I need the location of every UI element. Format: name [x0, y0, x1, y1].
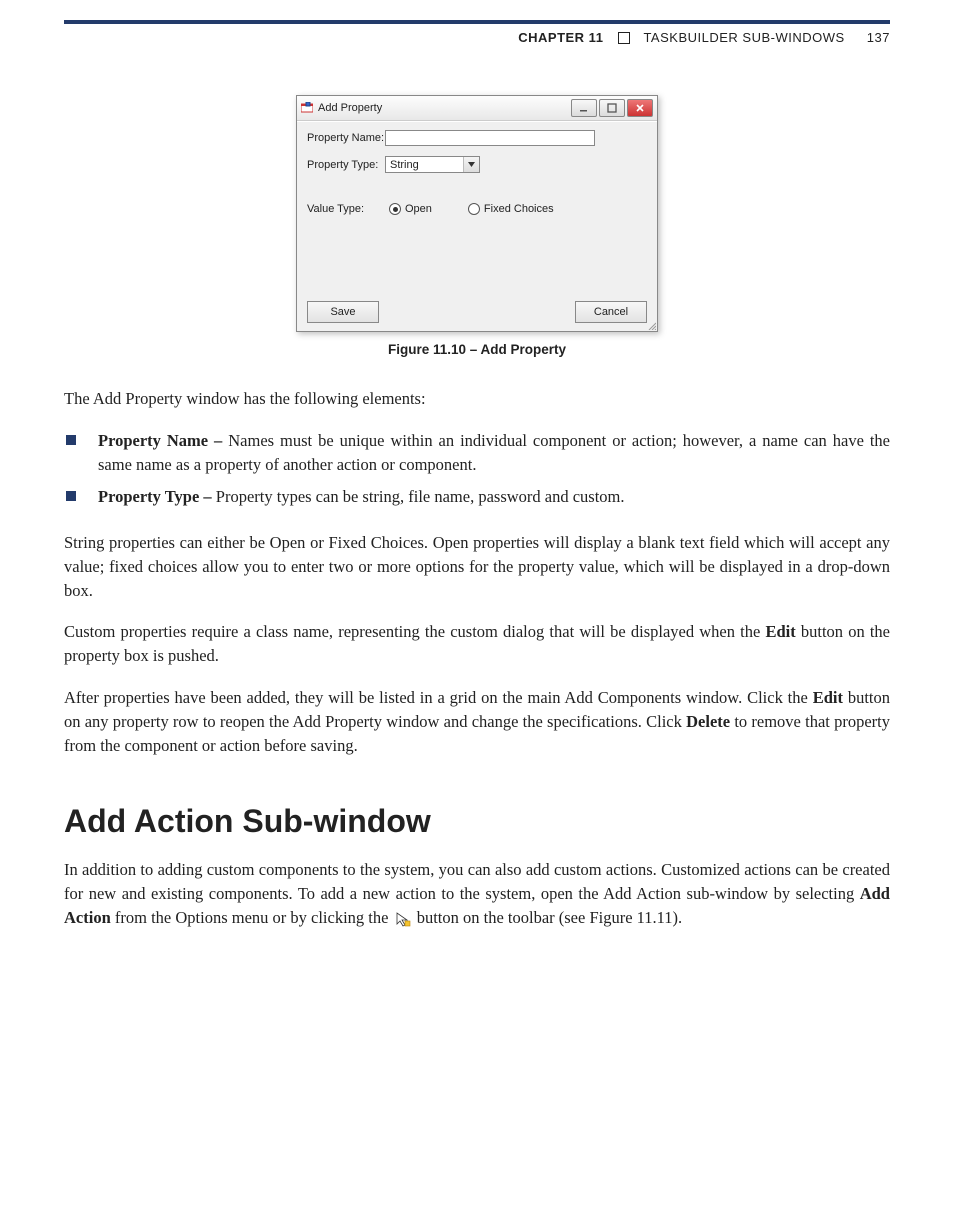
- chapter-title: TASKBUILDER SUB-WINDOWS: [643, 30, 844, 45]
- radio-fixed-label: Fixed Choices: [484, 203, 554, 215]
- page-number: 137: [867, 30, 890, 45]
- dialog-title: Add Property: [318, 102, 571, 114]
- page-header: CHAPTER 11 TASKBUILDER SUB-WINDOWS 137: [64, 20, 890, 45]
- resize-grip-icon[interactable]: [646, 320, 656, 330]
- value-type-open-radio[interactable]: Open: [389, 203, 432, 215]
- property-type-dropdown[interactable]: String: [385, 156, 480, 173]
- cursor-add-icon: [395, 910, 411, 926]
- property-type-value: String: [386, 157, 463, 172]
- chapter-label: CHAPTER 11: [518, 30, 603, 45]
- maximize-button[interactable]: [599, 99, 625, 117]
- property-name-label: Property Name:: [307, 132, 385, 144]
- minimize-button[interactable]: [571, 99, 597, 117]
- value-type-label: Value Type:: [307, 203, 377, 215]
- chevron-down-icon: [463, 157, 479, 172]
- paragraph-custom-properties: Custom properties require a class name, …: [64, 620, 890, 668]
- paragraph-add-action: In addition to adding custom components …: [64, 858, 890, 930]
- figure-caption: Figure 11.10 – Add Property: [64, 342, 890, 357]
- bullet-property-type: Property Type – Property types can be st…: [64, 485, 890, 509]
- bullet-property-name: Property Name – Names must be unique wit…: [64, 429, 890, 477]
- titlebar: Add Property: [297, 96, 657, 121]
- close-button[interactable]: [627, 99, 653, 117]
- section-heading: Add Action Sub-window: [64, 798, 890, 844]
- property-name-input[interactable]: [385, 130, 595, 146]
- radio-icon: [389, 203, 401, 215]
- paragraph-after-added: After properties have been added, they w…: [64, 686, 890, 758]
- radio-open-label: Open: [405, 203, 432, 215]
- paragraph-string-properties: String properties can either be Open or …: [64, 531, 890, 603]
- radio-icon: [468, 203, 480, 215]
- window-icon: [301, 102, 313, 114]
- property-type-label: Property Type:: [307, 159, 385, 171]
- value-type-fixed-radio[interactable]: Fixed Choices: [468, 203, 554, 215]
- header-separator-icon: [618, 32, 630, 44]
- save-button[interactable]: Save: [307, 301, 379, 323]
- intro-paragraph: The Add Property window has the followin…: [64, 387, 890, 411]
- add-property-dialog: Add Property Property Name:: [296, 95, 658, 332]
- cancel-button[interactable]: Cancel: [575, 301, 647, 323]
